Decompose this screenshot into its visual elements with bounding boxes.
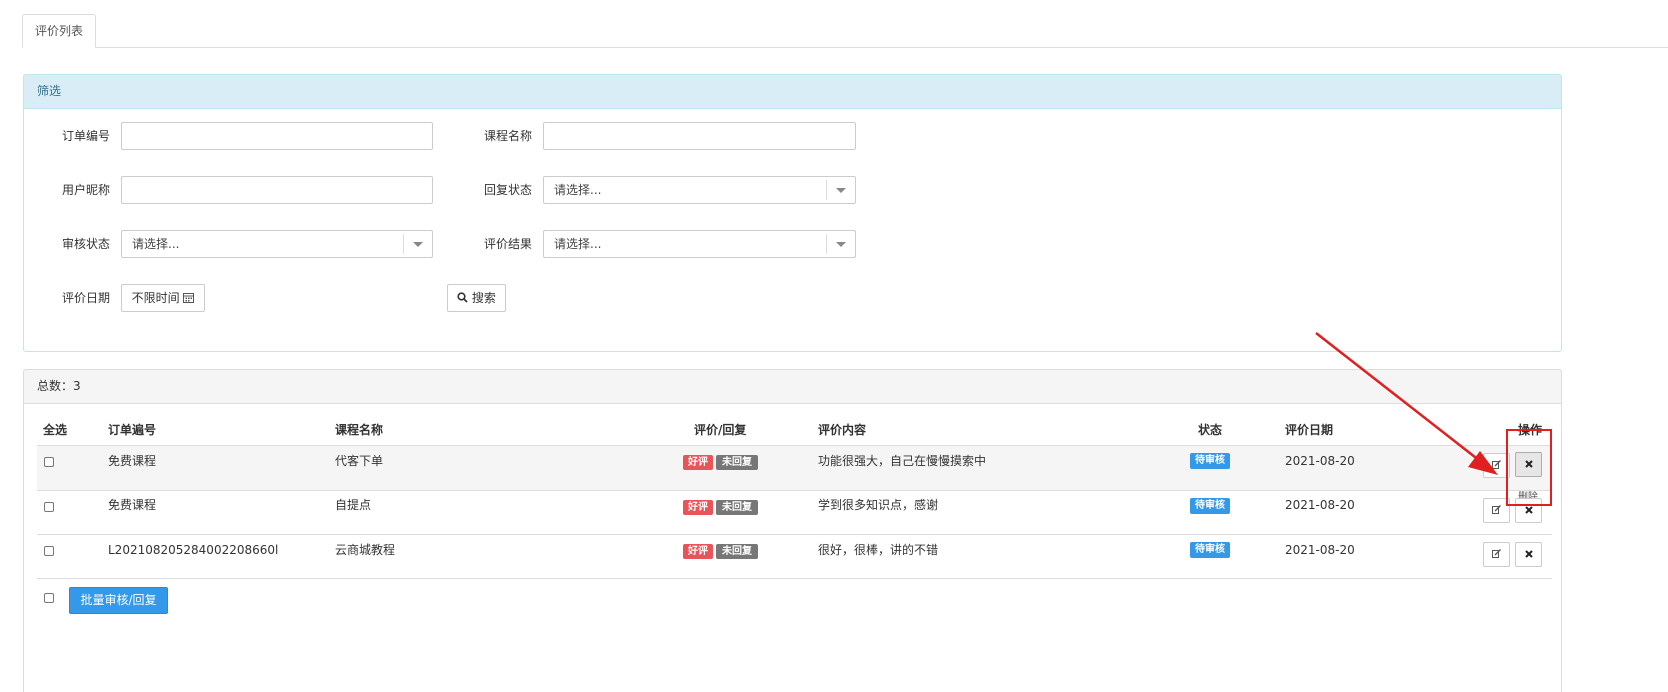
col-date: 评价日期 <box>1285 423 1334 437</box>
reply-status-label: 回复状态 <box>483 183 532 197</box>
rating-badge: 好评 <box>683 544 713 559</box>
order-no-cell: L202108205284002208660l <box>108 543 279 557</box>
rating-badge: 好评 <box>683 500 713 515</box>
status-badge: 待审核 <box>1190 542 1230 558</box>
edit-icon <box>1492 460 1501 469</box>
tab-review-list[interactable]: 评价列表 <box>22 14 96 48</box>
select-divider <box>826 180 827 200</box>
reply-status-select[interactable]: 请选择... <box>543 176 856 204</box>
reply-badge: 未回复 <box>716 455 758 470</box>
calendar-icon <box>183 293 195 303</box>
col-rating-reply: 评价/回复 <box>694 423 747 437</box>
rating-result-label: 评价结果 <box>483 237 532 251</box>
order-no-cell: 免费课程 <box>108 454 157 468</box>
content-cell: 很好，很棒，讲的不错 <box>818 543 939 557</box>
chevron-down-icon <box>836 242 846 247</box>
course-cell: 自提点 <box>335 498 372 512</box>
date-cell: 2021-08-20 <box>1285 543 1355 557</box>
tab-bar-divider <box>22 47 1668 48</box>
date-label: 评价日期 <box>61 291 110 305</box>
row-checkbox[interactable] <box>44 457 54 467</box>
rating-result-select[interactable]: 请选择... <box>543 230 856 258</box>
order-no-input[interactable] <box>121 122 433 150</box>
col-course-name: 课程名称 <box>335 423 384 437</box>
order-no-cell: 免费课程 <box>108 498 157 512</box>
edit-button[interactable] <box>1483 542 1510 567</box>
select-all-checkbox[interactable] <box>44 593 54 603</box>
batch-review-button[interactable]: 批量审核/回复 <box>69 587 168 614</box>
date-cell: 2021-08-20 <box>1285 498 1355 512</box>
col-status: 状态 <box>1198 423 1223 437</box>
select-divider <box>403 234 404 254</box>
reply-badge: 未回复 <box>716 500 758 515</box>
content-cell: 学到很多知识点，感谢 <box>818 498 939 512</box>
date-range-value: 不限时间 <box>131 291 180 305</box>
edit-icon <box>1492 505 1501 514</box>
row-checkbox[interactable] <box>44 502 54 512</box>
highlight-box <box>1506 429 1552 506</box>
filter-panel-title: 筛选 <box>23 74 1562 109</box>
select-divider <box>826 234 827 254</box>
filter-panel <box>23 74 1562 352</box>
times-icon <box>1524 550 1533 558</box>
search-button-label: 搜索 <box>471 291 496 305</box>
col-order-no: 订单遍号 <box>108 423 157 437</box>
rating-badge: 好评 <box>683 455 713 470</box>
reply-badge: 未回复 <box>716 544 758 559</box>
col-select-all: 全选 <box>43 423 68 437</box>
course-cell: 云商城教程 <box>335 543 396 557</box>
user-nick-input[interactable] <box>121 176 433 204</box>
user-nick-label: 用户昵称 <box>61 183 110 197</box>
order-no-label: 订单编号 <box>61 129 110 143</box>
content-cell: 功能很强大，自己在慢慢摸索中 <box>818 454 987 468</box>
course-name-input[interactable] <box>543 122 856 150</box>
table-divider <box>37 490 1552 491</box>
review-status-label: 审核状态 <box>61 237 110 251</box>
table-divider <box>37 534 1552 535</box>
col-content: 评价内容 <box>818 423 867 437</box>
rating-result-value: 请选择... <box>554 237 602 251</box>
review-status-value: 请选择... <box>132 237 180 251</box>
total-count: 总数：3 <box>23 369 1562 404</box>
table-divider <box>37 578 1552 579</box>
chevron-down-icon <box>413 242 423 247</box>
status-badge: 待审核 <box>1190 453 1230 469</box>
chevron-down-icon <box>836 188 846 193</box>
row-checkbox[interactable] <box>44 546 54 556</box>
course-cell: 代客下单 <box>335 454 384 468</box>
search-icon <box>457 292 468 303</box>
course-name-label: 课程名称 <box>483 129 532 143</box>
search-button[interactable]: 搜索 <box>447 284 506 312</box>
edit-icon <box>1492 549 1501 558</box>
delete-button[interactable] <box>1515 542 1542 567</box>
date-cell: 2021-08-20 <box>1285 454 1355 468</box>
review-status-select[interactable]: 请选择... <box>121 230 433 258</box>
list-panel <box>23 369 1562 692</box>
status-badge: 待审核 <box>1190 498 1230 514</box>
date-range-picker[interactable]: 不限时间 <box>121 284 205 312</box>
times-icon <box>1524 506 1533 514</box>
reply-status-value: 请选择... <box>554 183 602 197</box>
